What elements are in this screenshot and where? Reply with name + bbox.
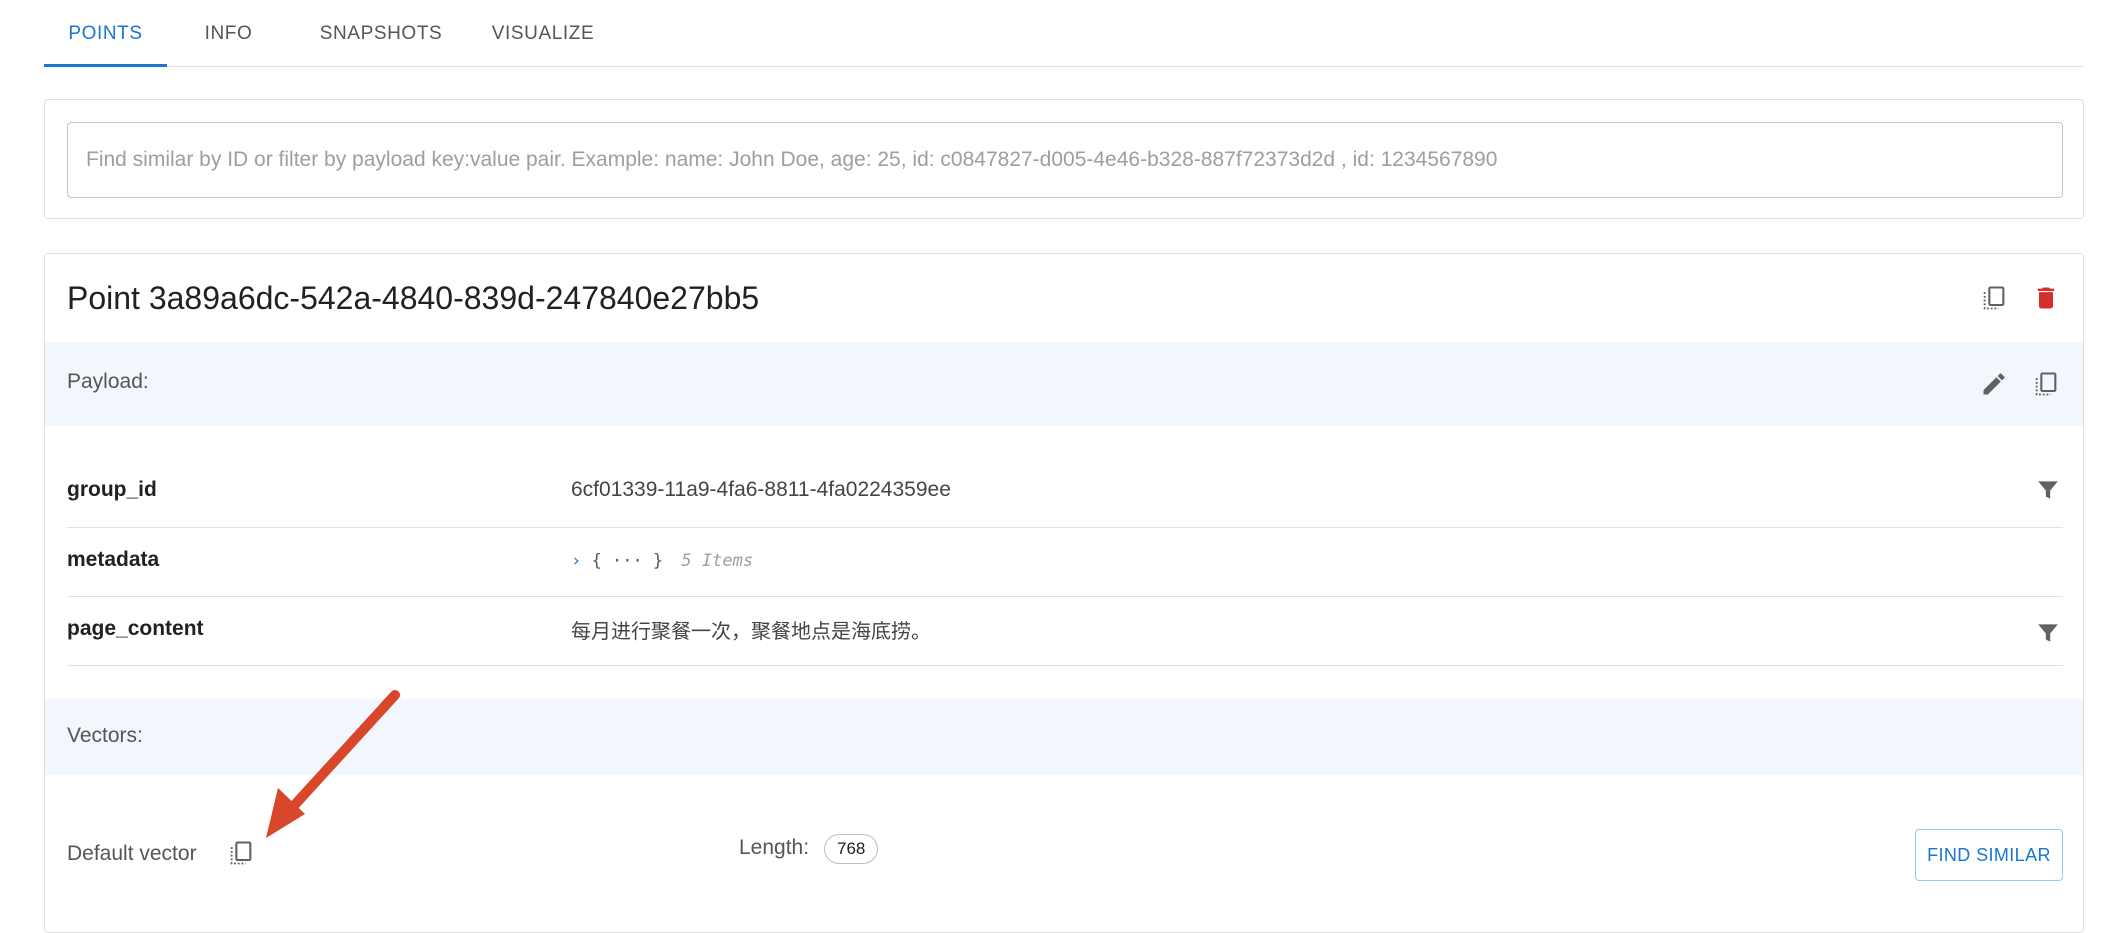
- length-label: Length:: [739, 836, 810, 859]
- filter-icon: [2038, 481, 2058, 499]
- tab-points[interactable]: POINTS: [44, 0, 167, 67]
- payload-label: Payload:: [67, 370, 149, 393]
- point-title: Point 3a89a6dc-542a-4840-839d-247840e27b…: [67, 280, 760, 316]
- delete-point-button[interactable]: [2028, 280, 2064, 316]
- copy-icon: [2035, 372, 2057, 396]
- copy-icon: [1983, 286, 2005, 310]
- payload-key: group_id: [67, 478, 157, 501]
- tab-visualize[interactable]: VISUALIZE: [470, 0, 616, 66]
- find-similar-button[interactable]: FIND SIMILAR: [1915, 829, 2063, 881]
- search-input[interactable]: [67, 122, 2063, 198]
- filter-button[interactable]: [2030, 615, 2066, 651]
- vector-name: Default vector: [67, 842, 197, 865]
- search-card: [44, 99, 2084, 219]
- copy-payload-button[interactable]: [2028, 366, 2064, 402]
- tab-snapshots[interactable]: SNAPSHOTS: [301, 0, 461, 66]
- payload-key: metadata: [67, 548, 160, 571]
- payload-row-page-content: page_content 每月进行聚餐一次，聚餐地点是海底捞。: [67, 596, 2063, 666]
- filter-icon: [2038, 624, 2058, 642]
- vectors-label: Vectors:: [67, 724, 143, 747]
- trash-icon: [2037, 287, 2055, 309]
- payload-header: Payload:: [45, 342, 2083, 426]
- length-badge: 768: [824, 834, 879, 864]
- tab-bar: POINTS INFO SNAPSHOTS VISUALIZE: [44, 0, 2084, 67]
- json-expand-toggle[interactable]: › { ··· } 5 Items: [571, 551, 753, 571]
- payload-key: page_content: [67, 617, 204, 640]
- payload-row-metadata: metadata › { ··· } 5 Items: [67, 527, 2063, 597]
- filter-button[interactable]: [2030, 472, 2066, 508]
- collapsed-object: { ··· }: [591, 551, 664, 571]
- item-count: 5 Items: [681, 551, 754, 571]
- point-card: Point 3a89a6dc-542a-4840-839d-247840e27b…: [44, 253, 2084, 933]
- payload-value: 每月进行聚餐一次，聚餐地点是海底捞。: [571, 619, 931, 643]
- vectors-header: Vectors:: [45, 699, 2083, 775]
- chevron-right-icon: ›: [571, 551, 582, 571]
- copy-icon: [230, 841, 252, 865]
- tab-info[interactable]: INFO: [167, 0, 290, 66]
- edit-payload-button[interactable]: [1976, 366, 2012, 402]
- pencil-icon: [1983, 373, 2005, 395]
- copy-vector-button[interactable]: [223, 835, 259, 871]
- payload-row-group-id: group_id 6cf01339-11a9-4fa6-8811-4fa0224…: [67, 454, 2063, 528]
- payload-value: 6cf01339-11a9-4fa6-8811-4fa0224359ee: [571, 478, 951, 501]
- copy-point-button[interactable]: [1976, 280, 2012, 316]
